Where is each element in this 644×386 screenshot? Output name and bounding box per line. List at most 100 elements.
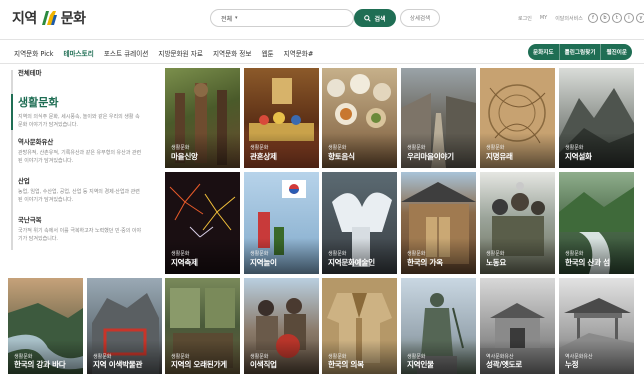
theme-card-river-sea[interactable]: 생활문화 한국의 강과 바다 (8, 278, 83, 374)
card-title: 이색직업 (250, 360, 277, 369)
nav-item-webtoon[interactable]: 웹툰 (261, 48, 273, 58)
theme-card-local-figure[interactable]: 생활문화 지역인물 (401, 278, 476, 374)
facebook-icon[interactable]: f (588, 13, 598, 23)
card-category: 생활문화 (407, 145, 426, 151)
card-title: 지역축제 (171, 258, 198, 267)
card-title: 지역설화 (565, 152, 592, 161)
card-category: 생활문화 (407, 251, 426, 257)
sidebar-item-desc: 지역의 의식주 문화, 세시풍속, 놀이와 같은 우리의 생활 속 문화 이야기… (18, 114, 140, 128)
sns-links: f b t i y (588, 13, 644, 23)
monthly-service-link[interactable]: 이달의서비스 (555, 15, 583, 22)
nav-item-post-curation[interactable]: 포스트 큐레이션 (104, 48, 149, 58)
card-title: 우리마을이야기 (407, 152, 454, 161)
card-category: 생활문화 (328, 145, 347, 151)
card-title: 한국의 의복 (328, 360, 364, 369)
theme-card-korean-house[interactable]: 생활문화 한국의 가옥 (401, 172, 476, 274)
site-header: 지역 문화 전체 ▾ 검색 상세검색 로그인 MY 이달의서비스 f b t i… (0, 0, 644, 40)
theme-sidebar: 전체테마 생활문화 지역의 의식주 문화, 세시풍속, 놀이와 같은 우리의 생… (0, 64, 164, 274)
card-category: 생활문화 (565, 251, 584, 257)
card-title: 노동요 (486, 258, 507, 267)
sidebar-active-indicator (11, 94, 13, 130)
nav-item-culture-hashtag[interactable]: 지역문화# (284, 48, 314, 58)
card-category: 생활문화 (486, 145, 505, 151)
nav-item-culture-info[interactable]: 지역문화 정보 (213, 48, 252, 58)
instagram-icon[interactable]: i (624, 13, 634, 23)
theme-card-unique-job[interactable]: 생활문화 이색직업 (244, 278, 319, 374)
search-scope-label: 전체 (221, 15, 233, 23)
search-button[interactable]: 검색 (354, 9, 396, 27)
card-category: 생활문화 (171, 145, 190, 151)
theme-card-pavilion[interactable]: 역사문화유산 누정 (559, 278, 634, 374)
spot-difference-button[interactable]: 틀린그림찾기 (560, 44, 602, 60)
card-title: 누정 (565, 360, 579, 369)
site-logo[interactable]: 지역 문화 (12, 8, 86, 28)
card-title: 관혼상제 (250, 152, 277, 161)
youtube-icon[interactable]: y (636, 13, 644, 23)
theme-card-ceremony[interactable]: 생활문화 관혼상제 (244, 68, 319, 168)
sidebar-item-desc: 관방유적, 산촌유적, 기록유산과 같은 유무형의 유산과 관련된 이야기가 담… (18, 150, 142, 164)
card-category: 생활문화 (486, 251, 505, 257)
theme-card-work-song[interactable]: 생활문화 노동요 (480, 172, 555, 274)
card-title: 지역놀이 (250, 258, 277, 267)
theme-card-local-festival[interactable]: 생활문화 지역축제 (165, 172, 240, 274)
theme-card-korean-clothing[interactable]: 생활문화 한국의 의복 (322, 278, 397, 374)
search-scope-select[interactable]: 전체 ▾ (221, 14, 238, 23)
card-title: 지역의 오래된가게 (171, 360, 227, 369)
theme-card-old-shop[interactable]: 생활문화 지역의 오래된가게 (165, 278, 240, 374)
card-category: 생활문화 (328, 251, 347, 257)
sidebar-item-heritage[interactable]: 역사문화유산 관방유적, 산촌유적, 기록유산과 같은 유무형의 유산과 관련된… (18, 137, 143, 165)
nav-item-theme-story[interactable]: 테마스토리 (63, 48, 93, 58)
advanced-search-button[interactable]: 상세검색 (400, 9, 440, 27)
theme-card-unique-museum[interactable]: 생활문화 지역 이색박물관 (87, 278, 162, 374)
card-title: 지역문화예술인 (328, 258, 375, 267)
logo-text-left: 지역 (12, 11, 37, 27)
card-title: 한국의 가옥 (407, 258, 443, 267)
utility-links: 로그인 MY 이달의서비스 (518, 15, 583, 22)
card-category: 생활문화 (171, 251, 190, 257)
chevron-down-icon: ▾ (235, 15, 238, 21)
sidebar-item-overcoming-crisis[interactable]: 국난극복 국가적 위기 속에서 이를 극복하고자 노력했던 민·중의 이야기가 … (18, 215, 143, 243)
card-title: 지명유래 (486, 152, 513, 161)
twitter-icon[interactable]: t (612, 13, 622, 23)
my-link[interactable]: MY (540, 15, 547, 22)
card-title: 마을신앙 (171, 152, 198, 161)
sidebar-item-industry[interactable]: 산업 농업, 임업, 수산업, 공업, 산업 등 지역의 경제·산업과 관련된 … (18, 176, 143, 204)
card-title: 성곽/옛도로 (486, 360, 522, 369)
login-link[interactable]: 로그인 (518, 15, 532, 22)
theme-card-village-story[interactable]: 생활문화 우리마을이야기 (401, 68, 476, 168)
sidebar-item-label: 산업 (18, 177, 30, 185)
main-nav: 지역문화 Pick 테마스토리 포스트 큐레이션 지방문화원 자료 지역문화 정… (0, 41, 644, 64)
theme-card-place-name-origin[interactable]: 생활문화 지명유래 (480, 68, 555, 168)
theme-card-local-artist[interactable]: 생활문화 지역문화예술인 (322, 172, 397, 274)
sidebar-item-desc: 국가적 위기 속에서 이를 극복하고자 노력했던 민·중의 이야기가 담겨있습니… (18, 228, 142, 242)
sidebar-item-label: 생활문화 (18, 96, 59, 109)
logo-mark-icon (40, 10, 58, 26)
card-title: 지역 이색박물관 (93, 360, 143, 369)
quick-links: 문화지도 틀린그림찾기 웹진이운 (528, 44, 633, 60)
nav-item-local-culture-archive[interactable]: 지방문화원 자료 (158, 48, 203, 58)
sidebar-item-all[interactable]: 전체테마 (18, 68, 42, 77)
card-category: 생활문화 (250, 251, 269, 257)
blog-icon[interactable]: b (600, 13, 610, 23)
card-title: 지역인물 (407, 360, 434, 369)
card-title: 한국의 산과 섬 (565, 258, 610, 267)
card-category: 생활문화 (250, 145, 269, 151)
sidebar-item-living-culture[interactable]: 생활문화 지역의 의식주 문화, 세시풍속, 놀이와 같은 우리의 생활 속 문… (18, 94, 143, 129)
theme-card-village-belief[interactable]: 생활문화 마을신앙 (165, 68, 240, 168)
nav-item-pick[interactable]: 지역문화 Pick (14, 48, 53, 58)
theme-card-local-food[interactable]: 생활문화 향토음식 (322, 68, 397, 168)
search-button-label: 검색 (374, 15, 386, 23)
theme-card-mountain-island[interactable]: 생활문화 한국의 산과 섬 (559, 172, 634, 274)
theme-card-local-legend[interactable]: 생활문화 지역설화 (559, 68, 634, 168)
card-title: 향토음식 (328, 152, 355, 161)
theme-card-local-play[interactable]: 생활문화 지역놀이 (244, 172, 319, 274)
card-title: 한국의 강과 바다 (14, 360, 66, 369)
culture-map-button[interactable]: 문화지도 (528, 44, 560, 60)
webzine-button[interactable]: 웹진이운 (601, 44, 632, 60)
sidebar-item-label: 역사문화유산 (18, 138, 54, 146)
sidebar-item-label: 국난극복 (18, 216, 42, 224)
card-category: 생활문화 (565, 145, 584, 151)
search-icon (364, 14, 372, 22)
theme-card-fortress-road[interactable]: 역사문화유산 성곽/옛도로 (480, 278, 555, 374)
search-input[interactable]: 전체 ▾ (210, 9, 354, 27)
